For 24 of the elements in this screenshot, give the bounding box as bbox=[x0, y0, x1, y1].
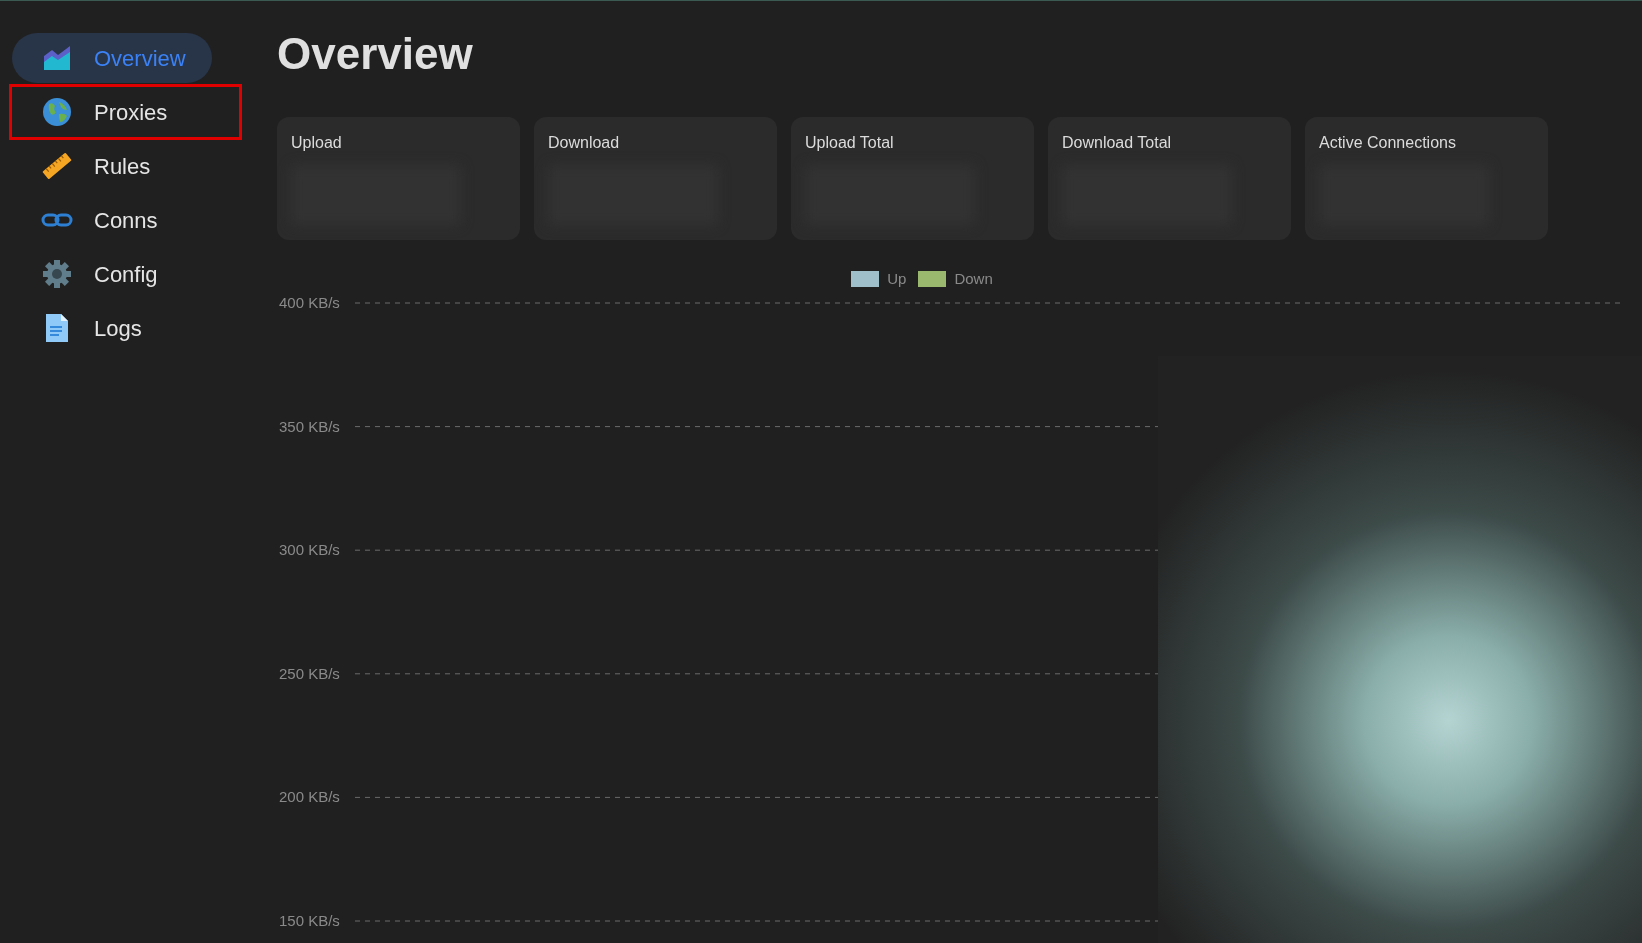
page-title: Overview bbox=[277, 28, 474, 80]
y-axis-label: 250 KB/s bbox=[279, 664, 340, 682]
legend-label: Up bbox=[887, 269, 907, 289]
area-chart-icon bbox=[44, 46, 70, 70]
nav-item[interactable]: Config bbox=[12, 249, 212, 299]
legend-label: Down bbox=[954, 269, 993, 289]
stat-label: Upload bbox=[291, 133, 343, 153]
nav-item[interactable]: Logs bbox=[12, 303, 212, 353]
y-axis-label: 200 KB/s bbox=[279, 787, 340, 805]
nav-item[interactable]: Conns bbox=[12, 195, 212, 245]
stat-label: Download bbox=[548, 133, 621, 153]
chain-link-icon bbox=[41, 212, 73, 228]
document-icon bbox=[46, 314, 68, 342]
nav-item[interactable]: Proxies bbox=[12, 87, 239, 137]
stat-label: Active Connections bbox=[1319, 133, 1457, 153]
y-axis-label: 400 KB/s bbox=[279, 293, 340, 311]
globe-icon bbox=[43, 98, 71, 126]
y-axis-label: 350 KB/s bbox=[279, 417, 340, 435]
y-axis-label: 150 KB/s bbox=[279, 911, 340, 929]
gear-icon bbox=[43, 260, 71, 288]
nav-item[interactable]: Rules bbox=[12, 141, 212, 191]
y-axis-label: 300 KB/s bbox=[279, 540, 340, 558]
stat-label: Download Total bbox=[1062, 133, 1173, 153]
stat-label: Upload Total bbox=[805, 133, 895, 153]
